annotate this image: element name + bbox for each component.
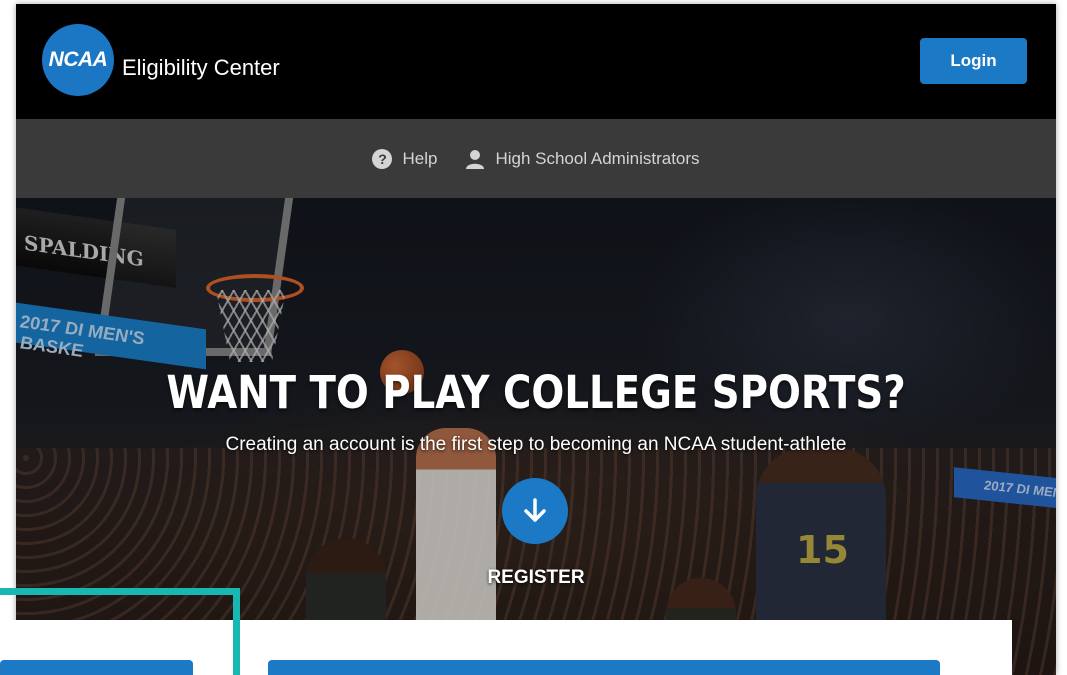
- lower-right-button[interactable]: [268, 660, 940, 675]
- lower-left-button[interactable]: [0, 660, 193, 675]
- hero-title: WANT TO PLAY COLLEGE SPORTS?: [166, 366, 906, 419]
- nav-label-help: Help: [402, 148, 438, 168]
- brand-title: Eligibility Center: [122, 55, 280, 80]
- logo-text: NCAA: [48, 48, 108, 71]
- hero-section: SPALDING 2017 DI MEN'S BASKE 2017 DI MEN…: [16, 198, 1056, 675]
- highlight-frame-right: [233, 588, 240, 675]
- register-arrow-button[interactable]: [502, 478, 568, 544]
- nav-item-high-school-administrators[interactable]: High School Administrators: [465, 148, 700, 169]
- nav-item-help[interactable]: ? Help: [372, 148, 438, 169]
- site-header: NCAA Eligibility Center Login: [16, 4, 1056, 119]
- ncaa-logo[interactable]: NCAA: [42, 24, 114, 96]
- arrow-down-icon: [524, 498, 546, 522]
- highlight-frame-top: [0, 588, 240, 595]
- login-button[interactable]: Login: [920, 38, 1027, 84]
- nav-label-administrators: High School Administrators: [495, 148, 700, 168]
- secondary-nav: ? Help High School Administrators: [16, 119, 1056, 198]
- hero-subtitle: Creating an account is the first step to…: [225, 434, 847, 455]
- help-icon: ?: [372, 148, 393, 169]
- register-link[interactable]: REGISTER: [16, 567, 1056, 589]
- browser-frame: NCAA Eligibility Center Login ? Help Hig…: [16, 4, 1056, 675]
- user-icon: [466, 149, 485, 169]
